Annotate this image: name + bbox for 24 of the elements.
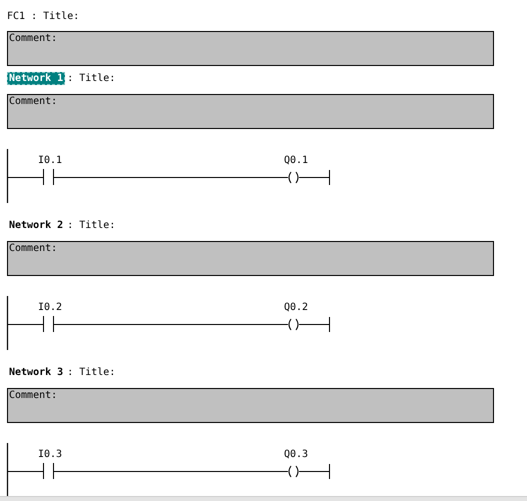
comment-field[interactable]: Comment:: [7, 241, 494, 276]
network-label[interactable]: Network 2: [7, 218, 66, 232]
contact-address: I0.2: [38, 302, 62, 313]
coil-address: Q0.3: [284, 449, 308, 460]
network-title: : Title:: [67, 366, 116, 378]
block-title: FC1 : Title:: [7, 10, 80, 22]
coil-address: Q0.1: [284, 155, 308, 166]
comment-field[interactable]: Comment:: [7, 388, 494, 423]
coil-symbol[interactable]: [288, 170, 330, 186]
horizontal-scrollbar[interactable]: [0, 496, 527, 501]
contact-address: I0.1: [38, 155, 62, 166]
comment-field[interactable]: Comment:: [7, 31, 494, 66]
network-title: : Title:: [67, 220, 116, 230]
coil-symbol[interactable]: [288, 464, 330, 480]
comment-field[interactable]: Comment:: [7, 94, 494, 129]
network-title: : Title:: [67, 72, 116, 84]
contact-address: I0.3: [38, 449, 62, 460]
network-label[interactable]: Network 1: [7, 72, 66, 84]
coil-address: Q0.2: [284, 302, 308, 313]
contact-symbol[interactable]: [6, 462, 54, 480]
contact-symbol[interactable]: [6, 316, 54, 332]
network-label[interactable]: Network 3: [7, 366, 66, 378]
contact-symbol[interactable]: [6, 168, 54, 186]
coil-symbol[interactable]: [288, 316, 330, 332]
